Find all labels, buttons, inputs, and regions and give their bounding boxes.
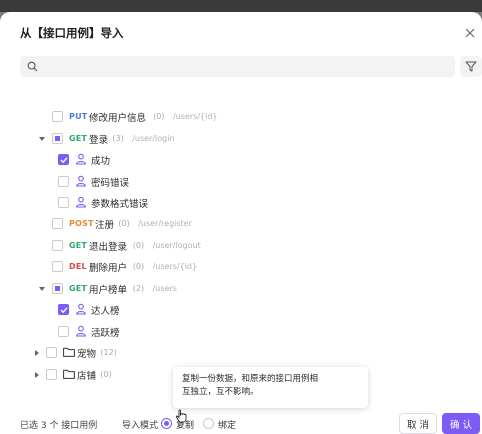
row-checkbox[interactable] — [58, 326, 69, 337]
row-checkbox[interactable] — [52, 133, 63, 144]
case-name: 活跃榜 — [91, 327, 120, 339]
import-dialog: 从【接口用例】导入 PUT 修改用户信息 (0)/users/{id} GET 登录 (3… — [0, 12, 482, 434]
endpoint-name: 用户榜单 — [89, 284, 128, 296]
case-item[interactable]: 成功 — [0, 149, 482, 170]
case-count: (2) — [132, 284, 145, 293]
row-checkbox[interactable] — [52, 261, 63, 272]
folder-name: 宠物 — [77, 348, 97, 360]
case-count: (3) — [112, 134, 124, 143]
test-case-icon — [75, 325, 87, 337]
row-checkbox[interactable] — [58, 304, 69, 315]
search-input[interactable] — [44, 58, 444, 75]
endpoint-item[interactable]: GET 用户榜单 (2) /users — [0, 278, 482, 299]
confirm-button[interactable]: 确 认 — [442, 413, 480, 434]
filter-icon — [465, 61, 477, 72]
folder-item[interactable]: 宠物 (12) — [0, 342, 482, 363]
folder-name: 店铺 — [77, 370, 97, 382]
row-checkbox[interactable] — [58, 154, 69, 165]
test-case-icon — [75, 175, 87, 187]
endpoint-name: 注册 — [95, 219, 115, 231]
row-checkbox[interactable] — [52, 283, 63, 294]
endpoint-path: /user/login — [132, 134, 175, 143]
folder-count: (0) — [100, 370, 112, 379]
case-count: (0) — [118, 219, 130, 228]
method-badge: GET — [69, 284, 88, 293]
method-badge: PUT — [69, 112, 88, 121]
case-count: (0) — [153, 112, 165, 121]
endpoint-path: /user/logout — [152, 241, 201, 250]
copy-mode-tooltip: 复制一份数据，和原来的接口用例相 互独立，互不影响。 — [173, 367, 368, 408]
endpoint-item[interactable]: PUT 修改用户信息 (0) /users/{id} — [0, 106, 482, 127]
folder-icon — [63, 369, 75, 379]
import-mode-label: 导入模式 — [122, 421, 159, 431]
endpoint-name: 登录 — [89, 134, 109, 146]
endpoint-path: /user/register — [138, 219, 192, 228]
caret-right-icon[interactable] — [33, 371, 41, 379]
method-badge: GET — [69, 134, 88, 143]
endpoint-item[interactable]: POST 注册 (0) /user/register — [0, 213, 482, 234]
row-checkbox[interactable] — [52, 111, 63, 122]
radio-bind[interactable] — [203, 418, 214, 429]
test-case-icon — [75, 196, 87, 208]
endpoint-path: /users/{id} — [152, 262, 198, 271]
caret-right-icon[interactable] — [33, 349, 41, 357]
folder-count: (12) — [100, 348, 117, 357]
folder-icon — [63, 347, 75, 357]
tooltip-line-1: 复制一份数据，和原来的接口用例相 — [182, 374, 319, 384]
window-top-strip — [0, 0, 482, 12]
row-checkbox[interactable] — [46, 369, 57, 380]
close-icon[interactable] — [463, 26, 477, 40]
endpoint-item[interactable]: GET 登录 (3) /user/login — [0, 128, 482, 149]
row-checkbox[interactable] — [52, 240, 63, 251]
search-box — [20, 56, 455, 77]
test-case-icon — [75, 153, 87, 165]
row-checkbox[interactable] — [52, 218, 63, 229]
dialog-title: 从【接口用例】导入 — [20, 26, 124, 40]
tooltip-line-2: 互独立，互不影响。 — [182, 387, 259, 397]
case-item[interactable]: 密码错误 — [0, 171, 482, 192]
clipped-row — [0, 84, 482, 105]
row-checkbox[interactable] — [46, 347, 57, 358]
endpoint-name: 删除用户 — [89, 262, 128, 274]
case-count: (0) — [132, 262, 145, 271]
endpoint-name: 修改用户信息 — [89, 112, 147, 124]
case-item[interactable]: 参数格式错误 — [0, 192, 482, 213]
case-name: 达人榜 — [91, 305, 120, 317]
search-icon — [27, 61, 38, 72]
method-badge: GET — [69, 241, 88, 250]
case-name: 参数格式错误 — [91, 198, 149, 210]
case-item[interactable]: 活跃榜 — [0, 321, 482, 342]
radio-copy[interactable] — [161, 418, 172, 429]
case-name: 成功 — [91, 155, 111, 167]
endpoint-name: 退出登录 — [89, 241, 128, 253]
endpoint-item[interactable]: GET 退出登录 (0) /user/logout — [0, 235, 482, 256]
api-tree-list: PUT 修改用户信息 (0)/users/{id} GET 登录 (3)/user/log… — [0, 78, 482, 383]
row-checkbox[interactable] — [58, 197, 69, 208]
test-case-icon — [75, 303, 87, 315]
cancel-button[interactable]: 取 消 — [399, 413, 437, 434]
endpoint-path: /users — [152, 284, 177, 293]
filter-button[interactable] — [460, 56, 482, 77]
method-badge: DEL — [69, 262, 87, 271]
selected-count: 已选 3 个 接口用例 — [20, 421, 98, 431]
caret-down-icon[interactable] — [38, 135, 46, 143]
caret-down-icon[interactable] — [38, 285, 46, 293]
case-item[interactable]: 达人榜 — [0, 299, 482, 320]
case-count: (0) — [132, 241, 145, 250]
method-badge: POST — [69, 219, 94, 228]
endpoint-path: /users/{id} — [173, 112, 218, 121]
row-checkbox[interactable] — [58, 176, 69, 187]
radio-bind-label[interactable]: 绑定 — [218, 418, 236, 431]
hand-cursor-icon — [175, 409, 187, 423]
endpoint-item[interactable]: DEL 删除用户 (0) /users/{id} — [0, 256, 482, 277]
case-name: 密码错误 — [91, 177, 130, 189]
